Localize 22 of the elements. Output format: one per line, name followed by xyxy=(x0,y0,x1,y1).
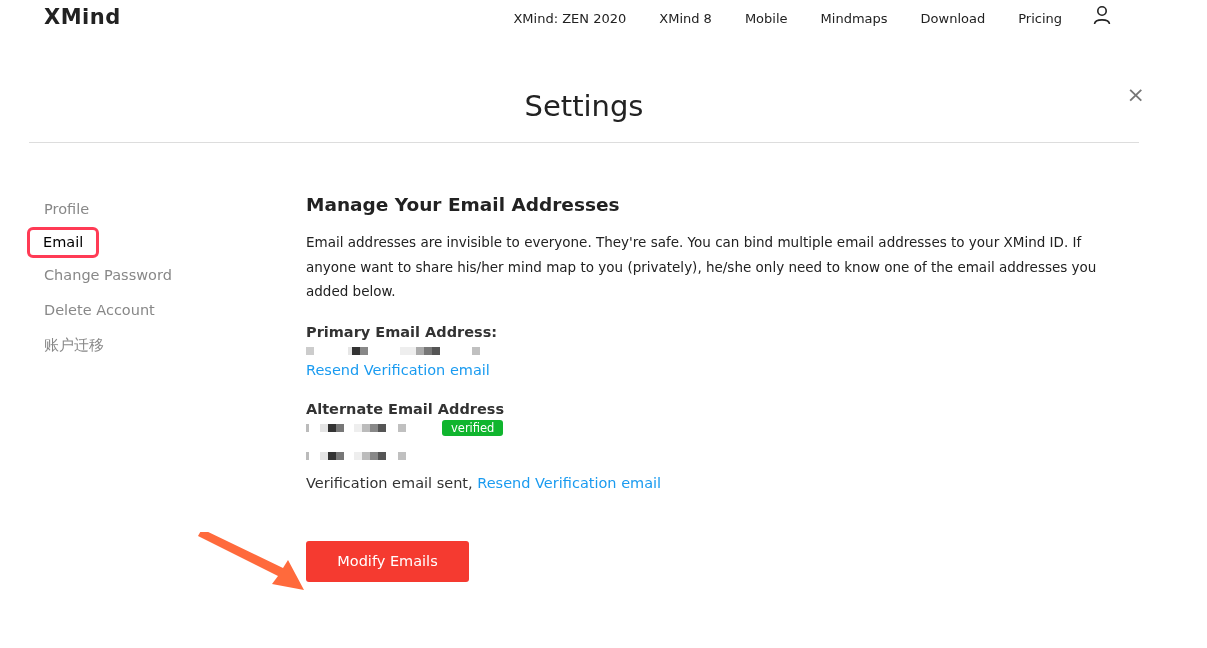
field-label: Primary Email Address: xyxy=(306,323,499,340)
nav-link[interactable]: Mobile xyxy=(744,10,788,26)
field-label: Alternate Email Address xyxy=(306,400,506,417)
modify-emails-button[interactable]: Modify Emails xyxy=(306,540,469,582)
nav-link[interactable]: XMind 8 xyxy=(659,10,712,26)
user-icon[interactable] xyxy=(1093,5,1111,25)
sidebar-item[interactable]: Email xyxy=(27,227,100,258)
status-text: Verification email sent, xyxy=(306,474,473,491)
sidebar-item[interactable]: Profile xyxy=(27,193,107,226)
sidebar-item[interactable]: Delete Account xyxy=(27,294,172,327)
description: Email addresses are invisible to everyone. They're safe. You can bind multiple email addresses to your XMind ID. If anyone want to share his/her mind map to you (privately), he/she only need to know one of the email addresses you added below. xyxy=(306,233,1098,301)
nav-link[interactable]: Download xyxy=(920,10,986,26)
sidebar-item[interactable]: Change Password xyxy=(27,259,189,292)
close-button[interactable]: × xyxy=(1126,82,1145,107)
nav-link[interactable]: Mindmaps xyxy=(820,10,888,26)
verified-badge: verified xyxy=(442,419,504,436)
sidebar-item[interactable]: 账户迁移 xyxy=(27,329,121,362)
section-heading: Manage Your Email Addresses xyxy=(306,194,621,215)
nav-link[interactable]: XMind: ZEN 2020 xyxy=(513,10,627,26)
nav-link[interactable]: Pricing xyxy=(1018,10,1062,26)
page-title: Settings xyxy=(524,89,644,123)
logo[interactable]: XMind xyxy=(44,5,121,29)
